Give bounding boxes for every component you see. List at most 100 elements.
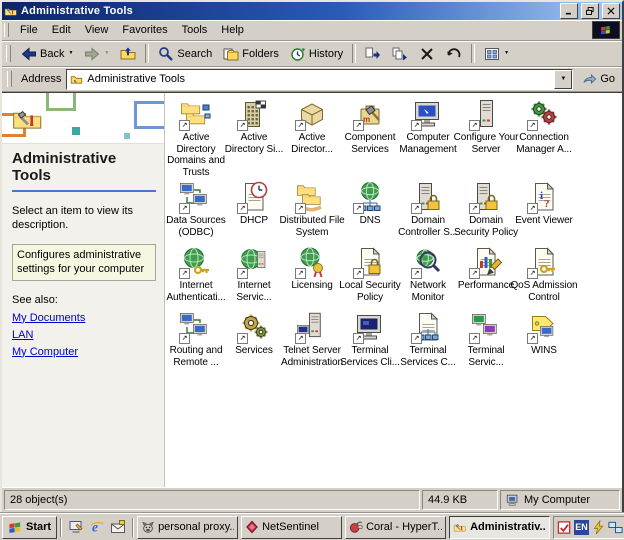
configure-your-server-icon: ↗: [470, 98, 502, 130]
tweak-lightning-icon[interactable]: [591, 520, 606, 535]
tool-item[interactable]: ↗Active Director...: [283, 98, 341, 178]
tool-item[interactable]: ↗Local Security Policy: [341, 246, 399, 308]
views-button[interactable]: ▼: [479, 40, 514, 67]
shortcut-arrow-icon: ↗: [179, 333, 190, 344]
menu-view[interactable]: View: [78, 22, 116, 38]
tool-item[interactable]: ↗Connection Manager A...: [515, 98, 573, 178]
tool-item[interactable]: ↗Distributed File System: [283, 181, 341, 243]
close-button[interactable]: [602, 3, 620, 19]
tool-item[interactable]: ↗DHCP: [225, 181, 283, 243]
shortcut-arrow-icon: ↗: [411, 333, 422, 344]
tool-item[interactable]: ↗WINS: [515, 311, 573, 373]
up-button[interactable]: [115, 40, 141, 67]
tray-icon-strip: EN: [557, 520, 624, 535]
outlook-button[interactable]: [109, 518, 127, 536]
domain-controller-policy-icon: ↗: [412, 181, 444, 213]
outlook-icon: [110, 519, 126, 535]
delete-button[interactable]: [414, 40, 440, 67]
taskbar-task-netsentinel[interactable]: NetSentinel: [241, 516, 342, 539]
shortcut-arrow-icon: ↗: [237, 203, 248, 214]
toolbar: Back▼▼SearchFoldersHistory▼: [2, 41, 622, 67]
undo-button[interactable]: [441, 40, 467, 67]
shortcut-arrow-icon: ↗: [527, 268, 538, 279]
tool-item[interactable]: ↗Licensing: [283, 246, 341, 308]
folders-button[interactable]: Folders: [218, 40, 284, 67]
back-button[interactable]: Back▼: [16, 40, 78, 67]
see-also-link-lan[interactable]: LAN: [2, 324, 164, 341]
language-en-indicator[interactable]: EN: [574, 520, 589, 535]
tool-item[interactable]: ↗Terminal Services C...: [399, 311, 457, 373]
telnet-server-icon: ↗: [296, 311, 328, 343]
start-button[interactable]: Start: [2, 516, 57, 539]
tool-item[interactable]: ↗Data Sources (ODBC): [167, 181, 225, 243]
see-also-links: My DocumentsLANMy Computer: [2, 307, 164, 358]
tool-item[interactable]: ↗Domain Security Policy: [457, 181, 515, 243]
coral-hyperterminal-icon: [349, 520, 363, 534]
tool-item[interactable]: ↗Telnet Server Administration: [283, 311, 341, 373]
tool-item[interactable]: ↗Terminal Services Cli...: [341, 311, 399, 373]
tool-item[interactable]: ↗Services: [225, 311, 283, 373]
chevron-down-icon[interactable]: ▼: [104, 51, 109, 56]
address-combobox[interactable]: Administrative Tools ▼: [66, 69, 573, 90]
tool-item-label: Connection Manager A...: [510, 132, 578, 155]
menu-edit[interactable]: Edit: [45, 22, 78, 38]
shortcut-arrow-icon: ↗: [353, 333, 364, 344]
tool-item[interactable]: ↗Configure Your Server: [457, 98, 515, 178]
tool-item[interactable]: ↗Active Directory Domains and Trusts: [167, 98, 225, 178]
forward-button[interactable]: ▼: [79, 40, 114, 67]
tool-item[interactable]: ↗Active Directory Si...: [225, 98, 283, 178]
shortcut-arrow-icon: ↗: [527, 333, 538, 344]
minimize-button[interactable]: [560, 3, 578, 19]
tool-item[interactable]: ↗Computer Management: [399, 98, 457, 178]
chevron-down-icon[interactable]: ▼: [504, 51, 509, 56]
history-button[interactable]: History: [285, 40, 348, 67]
shortcut-arrow-icon: ↗: [237, 120, 248, 131]
banner-teal-shape: [124, 133, 130, 139]
tool-item[interactable]: m↗Component Services: [341, 98, 399, 178]
chevron-down-icon[interactable]: ▼: [68, 51, 73, 56]
tool-item[interactable]: ↗Internet Authenticati...: [167, 246, 225, 308]
go-button[interactable]: Go: [578, 72, 619, 87]
see-also-link-my-computer[interactable]: My Computer: [2, 341, 164, 358]
shortcut-arrow-icon: ↗: [237, 268, 248, 279]
internet-explorer-button[interactable]: e: [88, 518, 106, 536]
tool-item[interactable]: ↗Domain Controller S...: [399, 181, 457, 243]
shortcut-arrow-icon: ↗: [179, 203, 190, 214]
taskbar-task-administrativ[interactable]: Administrativ...: [449, 516, 550, 539]
banner-teal-shape: [72, 127, 80, 135]
tool-item[interactable]: ↗DNS: [341, 181, 399, 243]
antivirus-check-icon[interactable]: [557, 520, 572, 535]
shortcut-arrow-icon: ↗: [295, 120, 306, 131]
tool-item[interactable]: i?↗Event Viewer: [515, 181, 573, 243]
address-dropdown-button[interactable]: ▼: [554, 70, 572, 89]
taskbar-task-coral-hypert[interactable]: Coral - HyperT...: [345, 516, 446, 539]
rebar-grip[interactable]: [6, 45, 11, 63]
tool-item[interactable]: ↗Terminal Servic...: [457, 311, 515, 373]
menu-file[interactable]: File: [13, 22, 45, 38]
tool-item[interactable]: ↗Performance: [457, 246, 515, 308]
search-button[interactable]: Search: [153, 40, 217, 67]
menu-favorites[interactable]: Favorites: [115, 22, 174, 38]
network-tray-icon[interactable]: [608, 520, 623, 535]
shortcut-arrow-icon: ↗: [237, 333, 248, 344]
tool-item[interactable]: ↗Routing and Remote ...: [167, 311, 225, 373]
forward-icon: [84, 46, 100, 62]
shortcut-arrow-icon: ↗: [469, 268, 480, 279]
search-icon: [158, 46, 174, 62]
taskbar-task-personal-proxy[interactable]: personal proxy...: [137, 516, 238, 539]
component-services-icon: m↗: [354, 98, 386, 130]
rebar-grip[interactable]: [4, 23, 9, 37]
menu-tools[interactable]: Tools: [175, 22, 215, 38]
restore-button[interactable]: [581, 3, 599, 19]
copy-to-button[interactable]: [387, 40, 413, 67]
status-object-count: 28 object(s): [4, 490, 420, 510]
move-to-button[interactable]: [360, 40, 386, 67]
tool-item[interactable]: ↗QoS Admission Control: [515, 246, 573, 308]
rebar-grip[interactable]: [7, 71, 12, 88]
tool-item[interactable]: ↗Network Monitor: [399, 246, 457, 308]
show-desktop-button[interactable]: [67, 518, 85, 536]
tool-item[interactable]: ↗Internet Servic...: [225, 246, 283, 308]
menu-help[interactable]: Help: [214, 22, 251, 38]
title-bar[interactable]: Administrative Tools: [2, 2, 622, 20]
see-also-link-my-documents[interactable]: My Documents: [2, 307, 164, 324]
